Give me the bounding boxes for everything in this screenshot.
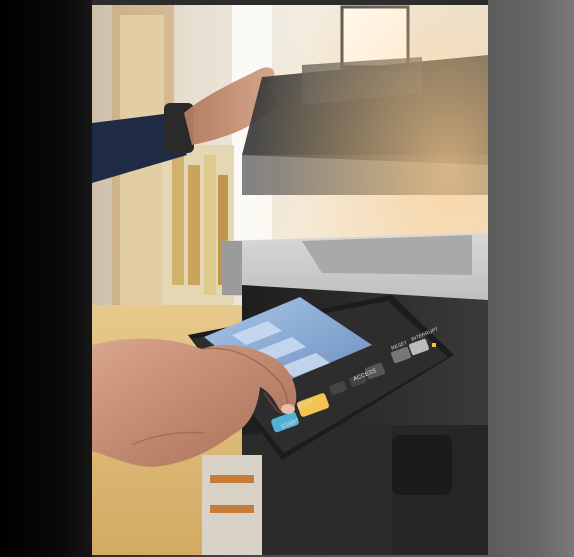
left-dark-panel xyxy=(0,0,92,557)
photo-illustration: START STOP ACCESS RESET INTERRUPT xyxy=(92,5,488,555)
office-copier-photo: START STOP ACCESS RESET INTERRUPT xyxy=(92,5,488,555)
right-gray-panel xyxy=(488,0,574,557)
image-frame: START STOP ACCESS RESET INTERRUPT xyxy=(0,0,574,557)
